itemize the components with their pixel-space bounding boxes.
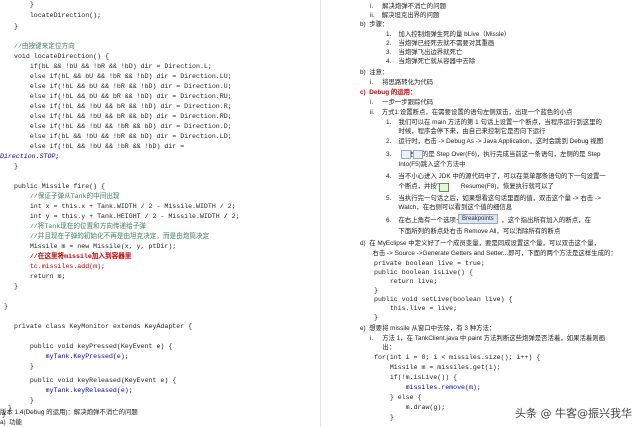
code-line: void locateDirection() { [14, 53, 109, 60]
code-line: myTank.keyReleased(e); [14, 387, 133, 394]
code-line: } [14, 1, 34, 8]
list-item: b) 注意： [360, 69, 389, 76]
list-item: 4. 当不小心进入 JDK 中的源代码中了，可以在菜单那条语句的下一句设置一 [386, 173, 606, 180]
list-item: 2. 运行时，右击 -> Debug As -> Java Applicatio… [386, 138, 604, 145]
column-divider [320, 0, 321, 427]
resume-icon [439, 183, 449, 192]
code-line: public void keyPressed(KeyEvent e) { [14, 343, 173, 350]
list-item: 出： [370, 344, 396, 351]
code-line: public void setLive(boolean live) { [374, 296, 513, 303]
code-line: public Missile fire() { [14, 183, 106, 190]
list-item: 下面所列的断点处右击 Remove All，可以消除所有的断点 [386, 228, 561, 235]
document-page: } locateDirection(); } //由按键来定位方向 void l… [0, 0, 640, 427]
code-line: private class KeyMonitor extends KeyAdap… [14, 323, 193, 330]
step-into-icon [413, 150, 423, 159]
code-line: else if(!bL && bU && bR && !bD) dir = Di… [14, 93, 232, 100]
list-item: 个断点，并按下 Resume(F8)，恢复执行就可以了 [386, 183, 554, 190]
code-line: for(int i = 0; i < missiles.size(); i++)… [374, 354, 541, 361]
list-item: d) 在 MyEclipse 中定义好了一个成员变量，要是同成设置这个量，可以双… [360, 240, 601, 247]
list-item: i. 将思路转化为代码 [370, 79, 434, 86]
list-item: 4. 当炮弹死亡就从容器中去除 [386, 58, 476, 65]
list-item: 1. 加入控制炮弹生死的量 bLive（Missle） [386, 31, 511, 38]
code-line: return live; [374, 278, 438, 285]
code-line: } [374, 314, 378, 321]
list-item: i. 方法 1，在 TankClient.java 中 paint 方法判断这些… [370, 335, 606, 342]
list-item: ii. 解决坦克出界的问题 [370, 12, 440, 19]
code-line: } [14, 23, 18, 30]
code-comment: //由按键来定位方向 [14, 43, 75, 50]
debug-heading: c) Debug 的运用： [360, 89, 417, 96]
section-label: a) 功能 [0, 419, 23, 426]
step-over-icon [401, 150, 411, 159]
list-item: b) 步骤： [360, 21, 389, 28]
version-heading: 版本 1.4(Debug 的运用)：解决炮弹不消亡的问题 [0, 409, 138, 416]
code-line: else if(!bL && !bU && !bR && !bD) dir = [14, 143, 185, 150]
code-line: else if(!bL && !bU && !bR && bD) dir = D… [14, 123, 232, 130]
code-comment-highlight: //在这里将missile加入到容器里 [14, 253, 132, 260]
code-line: } [14, 163, 18, 170]
code-line: } [374, 287, 378, 294]
code-line: m.draw(g); [374, 404, 446, 411]
code-line: else if(bL && bU && !bR && !bD) dir = Di… [14, 73, 232, 80]
code-line: else if(!bL && bU && !bR && !bD) dir = D… [14, 83, 232, 90]
breakpoints-tab[interactable]: Breakpoints [458, 214, 498, 224]
code-line: } [14, 283, 18, 290]
code-line: private boolean live = true; [374, 260, 485, 267]
code-comment: //保证子弹从Tank的中间出现 [14, 193, 120, 200]
code-line: } else { [374, 394, 422, 401]
code-line: locateDirection(); [14, 12, 102, 19]
list-item: 右击 -> Source ->Generate Getters and Sett… [360, 250, 617, 257]
code-line: int y = this.y + Tank.HEIGHT / 2 - Missi… [14, 213, 240, 220]
watermark-text: 头条 @ 牛客@振兴我华 [515, 407, 632, 420]
code-line: public boolean isLive() { [374, 269, 473, 276]
code-line: tc.missiles.add(m); [14, 263, 106, 270]
list-item: 1. 我们可以在 main 方法的第 1 句话上设置一个断点，当程序运行到这里的 [386, 119, 602, 126]
code-line: myTank.KeyPressed(e); [14, 353, 129, 360]
list-item: Into(F5)跳入这个方法中 [386, 161, 466, 168]
code-line: else if(bL && !bU && !bR && bD) dir = Di… [14, 133, 232, 140]
list-item: ii. 方式1:设置断点，在需要设置的语句左侧双击，出现一个蓝色的小点 [370, 109, 573, 116]
list-item: i. 一步一步跟踪代码 [370, 99, 434, 106]
list-item: Watch，在右侧可以看到这个值的细信息 [386, 204, 513, 211]
code-line: return m; [14, 273, 66, 280]
code-comment: //并且现在子弹的初始化不再是由坦克决定，而是由炮筒决定 [14, 233, 210, 240]
list-item: 2. 当炮弹已经死去就不需要对其重画 [386, 40, 495, 47]
list-item: i. 解决炮弹不消亡的问题 [370, 3, 446, 10]
code-line: else if(!bL && !bU && bR && bD) dir = Di… [14, 113, 232, 120]
code-line: Missile m = missiles.get(i); [374, 364, 501, 371]
code-line: } [374, 414, 394, 421]
code-line: if(bL && !bU && !bR && !bD) dir = Direct… [14, 63, 212, 70]
code-line: this.live = live; [374, 305, 458, 312]
list-item: 3. 当炮弹飞出边界就死亡 [386, 49, 463, 56]
code-line: Direction.STOP; [0, 153, 60, 160]
code-line: if(!m.isLive()) { [374, 374, 458, 381]
code-line: missiles.remove(m); [374, 384, 481, 391]
code-line: } [4, 303, 8, 310]
code-line: int x = this.x + Tank.WIDTH / 2 - Missil… [14, 203, 236, 210]
code-line: public void keyReleased(KeyEvent e) { [14, 377, 177, 384]
code-line: Missile m = new Missile(x, y, ptDir); [14, 243, 177, 250]
list-item: e) 想要将 missile 从窗口中去除，有 3 种方法： [360, 325, 496, 332]
code-line: else if(!bL && !bU && bR && !bD) dir = D… [14, 103, 232, 110]
list-item: 时候，程序会停下来，由自己来控制它是否向下运行 [386, 128, 546, 135]
list-item: 5. 当执行完一句话之后，如果想看这句话里面的值，双击这个量 -> 右击 -> [386, 195, 601, 202]
code-line: } [14, 397, 34, 404]
code-comment: //将Tank现在的位置和方向传递给子弹 [14, 223, 146, 230]
code-line: } [14, 363, 34, 370]
